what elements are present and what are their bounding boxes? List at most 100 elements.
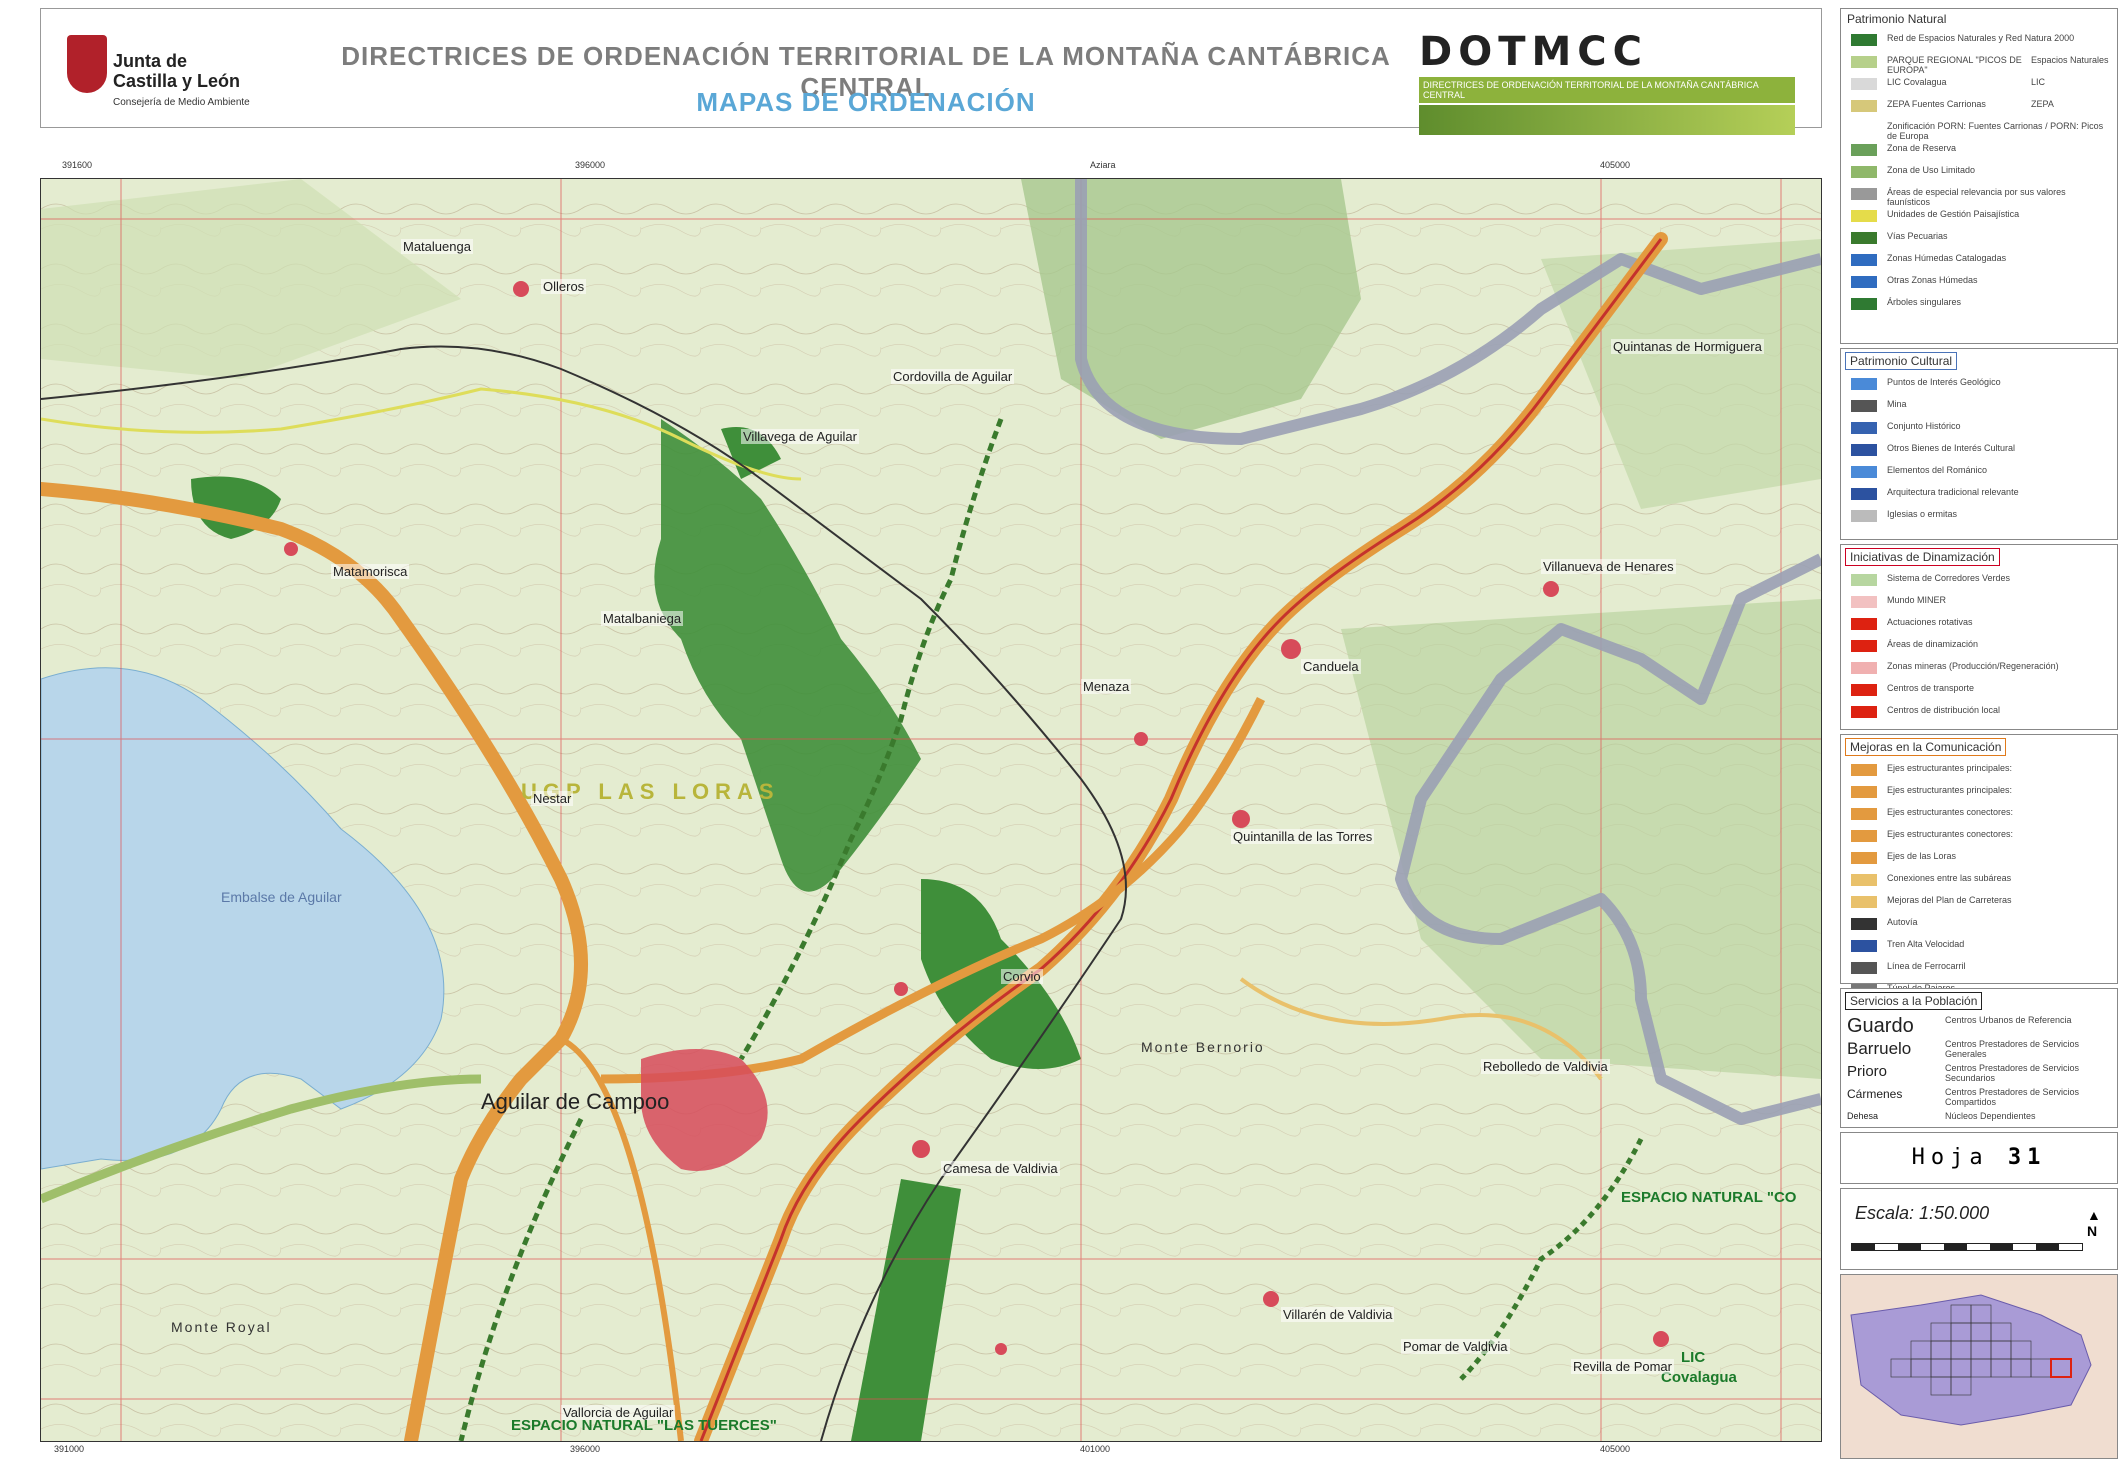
natural-legend-symbol-icon bbox=[1851, 210, 1877, 222]
label-corvio: Corvio bbox=[1001, 969, 1043, 984]
sheet-number: Hoja 31 bbox=[1840, 1132, 2118, 1184]
natural-legend-text: Zonas Húmedas Catalogadas bbox=[1887, 253, 2007, 263]
natural-legend-text: LIC Covalagua bbox=[1887, 77, 1947, 87]
natural-legend-row: PARQUE REGIONAL "PICOS DE EUROPA" Espacio… bbox=[1841, 51, 2117, 75]
natural-legend-symbol-icon bbox=[1851, 122, 1877, 134]
label-villaren: Villarén de Valdivia bbox=[1281, 1307, 1395, 1322]
legend-dinamizacion-heading: Iniciativas de Dinamización bbox=[1845, 548, 2000, 566]
cultural-legend-symbol-icon bbox=[1851, 378, 1877, 390]
dotmcc-logo-subtitle: DIRECTRICES DE ORDENACIÓN TERRITORIAL DE… bbox=[1419, 77, 1795, 103]
dinamizacion-legend-row: Sistema de Corredores Verdes bbox=[1841, 569, 2117, 591]
comunicacion-legend-row: Mejoras del Plan de Carreteras bbox=[1841, 891, 2117, 913]
scale-label: Escala: 1:50.000 bbox=[1855, 1203, 1990, 1223]
cultural-legend-row: Puntos de Interés Geológico bbox=[1841, 373, 2117, 395]
servicios-legend-row: Dehesa Núcleos Dependientes bbox=[1841, 1109, 2117, 1133]
comunicacion-legend-symbol-icon bbox=[1851, 830, 1877, 842]
servicios-legend-row: Prioro Centros Prestadores de Servicios S… bbox=[1841, 1061, 2117, 1085]
comunicacion-legend-text: Ejes de las Loras bbox=[1887, 851, 1957, 861]
natural-legend-symbol-icon bbox=[1851, 298, 1877, 310]
junta-logo: Junta de Castilla y León Consejería de M… bbox=[61, 33, 261, 119]
department: Consejería de Medio Ambiente bbox=[113, 97, 250, 108]
cultural-legend-text: Iglesias o ermitas bbox=[1887, 509, 1958, 519]
scale-box: Escala: 1:50.000 ▲ N bbox=[1840, 1188, 2118, 1270]
natural-legend-row: Zonas Húmedas Catalogadas bbox=[1841, 249, 2117, 271]
coord-bottom-2: 396000 bbox=[570, 1444, 601, 1454]
comunicacion-legend-symbol-icon bbox=[1851, 940, 1877, 952]
comunicacion-legend-row: Ejes de las Loras bbox=[1841, 847, 2117, 869]
label-quintanas: Quintanas de Hormiguera bbox=[1611, 339, 1764, 354]
comunicacion-legend-text: Línea de Ferrocarril bbox=[1887, 961, 1966, 971]
cultural-legend-row: Mina bbox=[1841, 395, 2117, 417]
natural-legend-row: Zona de Uso Limitado bbox=[1841, 161, 2117, 183]
cultural-legend-symbol-icon bbox=[1851, 400, 1877, 412]
header-panel: Junta de Castilla y León Consejería de M… bbox=[40, 8, 1822, 135]
natural-legend-text: Zona de Reserva bbox=[1887, 143, 1957, 153]
natural-legend-text: ZEPA Fuentes Carrionas bbox=[1887, 99, 1986, 109]
natural-legend-text: Árboles singulares bbox=[1887, 297, 1962, 307]
comunicacion-legend-row: Línea de Ferrocarril bbox=[1841, 957, 2117, 979]
label-canduela: Canduela bbox=[1301, 659, 1361, 674]
coord-bottom-1: 391000 bbox=[54, 1444, 85, 1454]
dinamizacion-legend-symbol-icon bbox=[1851, 706, 1877, 718]
label-nestar: Nestar bbox=[531, 791, 574, 806]
natural-legend-text: Zona de Uso Limitado bbox=[1887, 165, 1976, 175]
natural-legend-symbol-icon bbox=[1851, 188, 1877, 200]
dinamizacion-legend-text: Centros de distribución local bbox=[1887, 705, 2001, 715]
comunicacion-legend-row: Autovía bbox=[1841, 913, 2117, 935]
coord-bottom-4: 405000 bbox=[1600, 1444, 1631, 1454]
natural-legend-text: Áreas de especial relevancia por sus val… bbox=[1887, 187, 2066, 207]
legend-servicios-heading: Servicios a la Población bbox=[1845, 992, 1983, 1010]
legend-cultural: Patrimonio Cultural Puntos de Interés Ge… bbox=[1840, 348, 2118, 540]
label-revilla: Revilla de Pomar bbox=[1571, 1359, 1674, 1374]
label-cordovilla: Cordovilla de Aguilar bbox=[891, 369, 1015, 384]
comunicacion-legend-text: Ejes estructurantes conectores: bbox=[1887, 807, 2014, 817]
cultural-legend-row: Conjunto Histórico bbox=[1841, 417, 2117, 439]
dinamizacion-legend-row: Centros de distribución local bbox=[1841, 701, 2117, 723]
natural-legend-text: Unidades de Gestión Paisajística bbox=[1887, 209, 2020, 219]
dinamizacion-legend-text: Áreas de dinamización bbox=[1887, 639, 1979, 649]
coord-top-3: Aziara bbox=[1090, 160, 1116, 170]
cultural-legend-row: Otros Bienes de Interés Cultural bbox=[1841, 439, 2117, 461]
natural-legend-text: Zonificación PORN: Fuentes Carrionas / P… bbox=[1887, 121, 2104, 141]
servicios-legend-row: Guardo Centros Urbanos de Referencia bbox=[1841, 1013, 2117, 1037]
natural-legend-symbol-icon bbox=[1851, 144, 1877, 156]
label-villavega: Villavega de Aguilar bbox=[741, 429, 859, 444]
comunicacion-legend-text: Tren Alta Velocidad bbox=[1887, 939, 1965, 949]
servicios-legend-desc: Centros Urbanos de Referencia bbox=[1945, 1015, 2072, 1025]
label-embalse: Embalse de Aguilar bbox=[221, 889, 342, 905]
cultural-legend-text: Otros Bienes de Interés Cultural bbox=[1887, 443, 2016, 453]
dotmcc-logo-text: DOTMCC bbox=[1419, 29, 1649, 75]
legend-natural: Patrimonio Natural Red de Espacios Natur… bbox=[1840, 8, 2118, 344]
label-matalbaniega: Matalbaniega bbox=[601, 611, 684, 626]
natural-legend-row: Red de Espacios Naturales y Red Natura 2… bbox=[1841, 29, 2117, 51]
comunicacion-legend-symbol-icon bbox=[1851, 786, 1877, 798]
natural-legend-text: Otras Zonas Húmedas bbox=[1887, 275, 1978, 285]
legend-servicios: Servicios a la Población Guardo Centros U… bbox=[1840, 988, 2118, 1128]
north-label: N bbox=[2087, 1223, 2098, 1239]
cultural-legend-symbol-icon bbox=[1851, 466, 1877, 478]
cultural-legend-row: Iglesias o ermitas bbox=[1841, 505, 2117, 527]
dinamizacion-legend-row: Mundo MINER bbox=[1841, 591, 2117, 613]
servicios-legend-desc: Centros Prestadores de Servicios General… bbox=[1945, 1039, 2080, 1059]
north-arrow-icon: ▲ N bbox=[2087, 1207, 2101, 1239]
servicios-legend-desc: Centros Prestadores de Servicios Secunda… bbox=[1945, 1063, 2080, 1083]
natural-legend-row: Áreas de especial relevancia por sus val… bbox=[1841, 183, 2117, 207]
comunicacion-legend-text: Conexiones entre las subáreas bbox=[1887, 873, 2012, 883]
comunicacion-legend-text: Ejes estructurantes conectores: bbox=[1887, 829, 2014, 839]
cultural-legend-text: Conjunto Histórico bbox=[1887, 421, 1961, 431]
dinamizacion-legend-row: Centros de transporte bbox=[1841, 679, 2117, 701]
comunicacion-legend-row: Tren Alta Velocidad bbox=[1841, 935, 2117, 957]
dinamizacion-legend-row: Áreas de dinamización bbox=[1841, 635, 2117, 657]
natural-legend-symbol-icon bbox=[1851, 34, 1877, 46]
label-quintanilla: Quintanilla de las Torres bbox=[1231, 829, 1375, 844]
dinamizacion-legend-symbol-icon bbox=[1851, 640, 1877, 652]
natural-legend-row: ZEPA Fuentes Carrionas ZEPA bbox=[1841, 95, 2117, 117]
dotmcc-logo: DOTMCC DIRECTRICES DE ORDENACIÓN TERRITO… bbox=[1419, 29, 1795, 135]
cultural-legend-row: Arquitectura tradicional relevante bbox=[1841, 483, 2117, 505]
map-area[interactable]: Aguilar de Campoo Embalse de Aguilar UGP… bbox=[40, 178, 1822, 1442]
natural-legend-row: Vías Pecuarias bbox=[1841, 227, 2117, 249]
comunicacion-legend-text: Mejoras del Plan de Carreteras bbox=[1887, 895, 2012, 905]
comunicacion-legend-symbol-icon bbox=[1851, 962, 1877, 974]
servicios-legend-label: Dehesa bbox=[1847, 1111, 1879, 1121]
servicios-legend-row: Barruelo Centros Prestadores de Servicios… bbox=[1841, 1037, 2117, 1061]
